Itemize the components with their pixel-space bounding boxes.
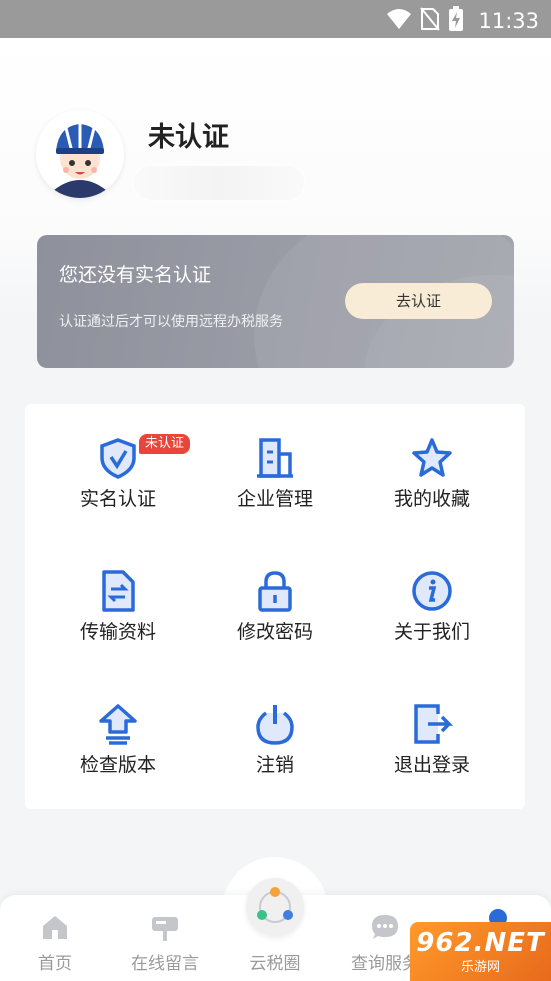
banner-title: 您还没有实名认证 <box>59 264 212 286</box>
menu-item-label: 注销 <box>255 754 294 776</box>
banner-subtitle: 认证通过后才可以使用远程办税服务 <box>59 314 283 330</box>
cloud-tax-circle-button[interactable] <box>246 878 304 936</box>
chat-icon <box>369 911 401 943</box>
building-icon <box>253 436 297 480</box>
avatar[interactable] <box>36 110 124 198</box>
menu-item-label: 企业管理 <box>236 488 313 510</box>
menu-item-label: 关于我们 <box>393 621 470 643</box>
menu-item-check-version[interactable]: 检查版本 <box>43 702 193 792</box>
status-time: 11:33 <box>478 9 539 33</box>
file-transfer-icon <box>96 569 140 613</box>
power-icon <box>253 702 297 746</box>
unverified-badge: 未认证 <box>139 434 191 454</box>
tab-label: 首页 <box>38 954 72 974</box>
site-watermark: 962.NET 乐游网 <box>410 922 551 981</box>
star-icon <box>410 436 454 480</box>
watermark-logo-text: 962.NET <box>416 928 545 958</box>
mailbox-icon <box>149 911 181 943</box>
menu-item-favorites[interactable]: 我的收藏 <box>357 436 507 526</box>
logout-icon <box>410 702 454 746</box>
battery-charging-icon <box>448 6 464 36</box>
menu-item-label: 检查版本 <box>79 754 156 776</box>
watermark-subtext: 乐游网 <box>460 960 500 975</box>
shield-verify-icon <box>96 436 140 480</box>
tab-label: 在线留言 <box>131 954 199 974</box>
menu-item-transfer-files[interactable]: 传输资料 <box>43 569 193 659</box>
no-sim-icon <box>420 7 441 35</box>
menu-item-real-name-verify[interactable]: 未认证 实名认证 <box>43 434 193 526</box>
cartoon-avatar-icon <box>36 110 124 198</box>
feature-grid: 未认证 实名认证 企业管理 我的收藏 传输资料 修改密码 关于我们 检查版本 注… <box>25 404 525 809</box>
lock-icon <box>253 569 297 613</box>
upgrade-icon <box>96 702 140 746</box>
home-icon <box>39 911 71 943</box>
menu-item-label: 修改密码 <box>236 621 313 643</box>
menu-item-about-us[interactable]: 关于我们 <box>357 569 507 659</box>
menu-item-label: 传输资料 <box>79 621 156 643</box>
username: 未认证 <box>148 122 229 153</box>
tab-label: 云税圈 <box>249 954 301 974</box>
verification-banner: 您还没有实名认证 认证通过后才可以使用远程办税服务 去认证 <box>37 235 514 368</box>
menu-item-label: 退出登录 <box>393 754 470 776</box>
menu-item-enterprise-management[interactable]: 企业管理 <box>200 436 350 526</box>
menu-item-logout[interactable]: 退出登录 <box>357 702 507 792</box>
info-icon <box>410 569 454 613</box>
menu-item-label: 实名认证 <box>79 488 156 510</box>
wifi-icon <box>386 8 412 34</box>
menu-item-label: 我的收藏 <box>393 488 470 510</box>
go-verify-button[interactable]: 去认证 <box>345 283 492 319</box>
status-bar: 11:33 <box>0 0 551 38</box>
menu-item-deregister[interactable]: 注销 <box>200 702 350 792</box>
menu-item-change-password[interactable]: 修改密码 <box>200 569 350 659</box>
blurred-account-info <box>134 166 304 200</box>
share-circle-icon <box>257 887 293 923</box>
